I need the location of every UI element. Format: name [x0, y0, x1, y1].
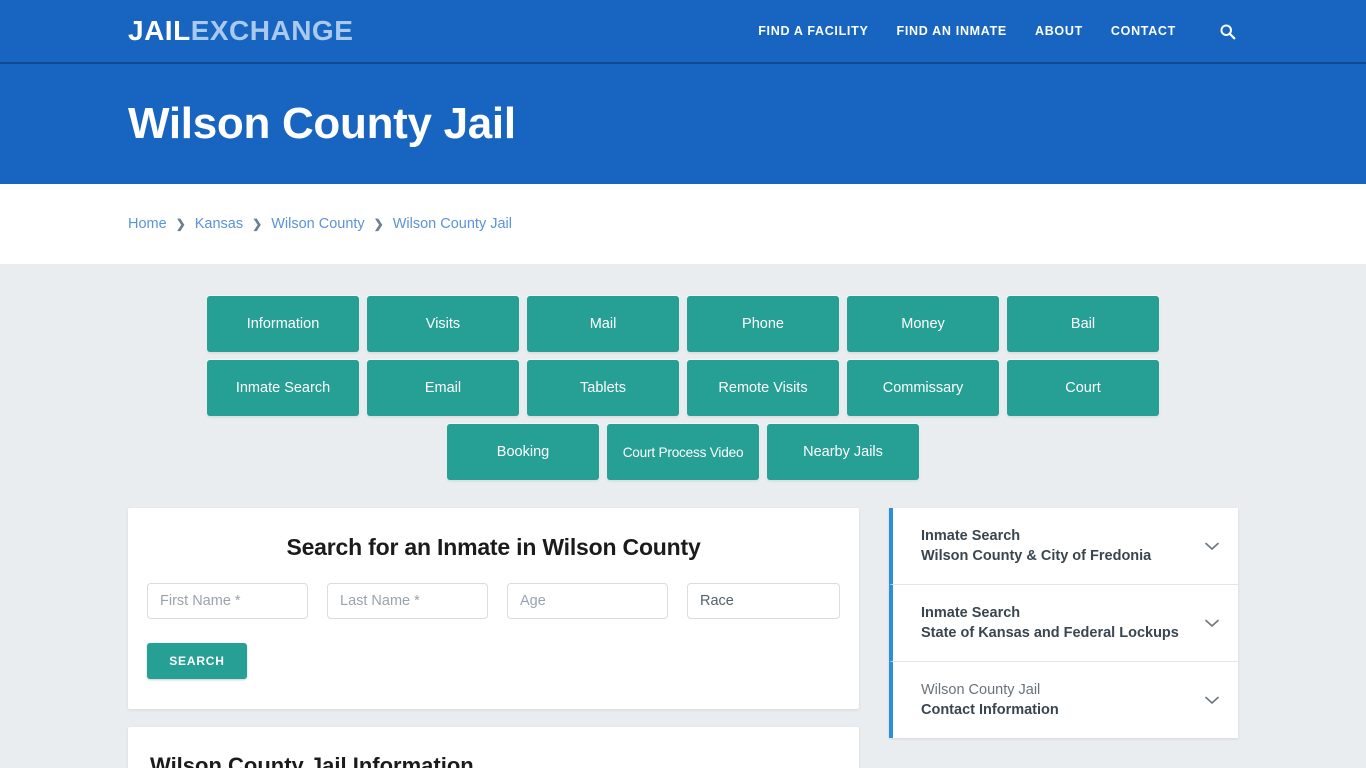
sidebar-accordion: Inmate Search Wilson County & City of Fr… — [889, 508, 1238, 738]
sidebar-column: Inmate Search Wilson County & City of Fr… — [889, 508, 1238, 738]
accordion-item-title: Inmate Search — [921, 605, 1021, 621]
inmate-search-card: Search for an Inmate in Wilson County Ra… — [128, 508, 859, 709]
search-icon[interactable] — [1216, 20, 1238, 42]
chevron-down-icon[interactable] — [1202, 690, 1222, 710]
last-name-input[interactable] — [327, 583, 488, 619]
accordion-item-text: Inmate Search Wilson County & City of Fr… — [921, 526, 1192, 566]
age-input[interactable] — [507, 583, 668, 619]
site-header: JAILEXCHANGE FIND A FACILITY FIND AN INM… — [0, 0, 1366, 64]
accordion-item-inmate-search-county[interactable]: Inmate Search Wilson County & City of Fr… — [889, 508, 1238, 585]
section-button-mail[interactable]: Mail — [527, 296, 679, 352]
section-button-commissary[interactable]: Commissary — [847, 360, 999, 416]
section-button-court-process-video[interactable]: Court Process Video — [607, 424, 759, 480]
breadcrumb: Home ❯ Kansas ❯ Wilson County ❯ Wilson C… — [128, 216, 512, 232]
race-select[interactable]: Race — [687, 583, 840, 619]
section-button-money[interactable]: Money — [847, 296, 999, 352]
section-button-nearby-jails[interactable]: Nearby Jails — [767, 424, 919, 480]
main-navigation: FIND A FACILITY FIND AN INMATE ABOUT CON… — [758, 20, 1238, 42]
section-button-bail[interactable]: Bail — [1007, 296, 1159, 352]
inmate-search-fields: Race — [146, 583, 841, 619]
main-column: Search for an Inmate in Wilson County Ra… — [128, 508, 859, 768]
accordion-item-subtitle: State of Kansas and Federal Lockups — [921, 625, 1179, 641]
breadcrumb-item-wilson-county[interactable]: Wilson County — [271, 216, 364, 232]
nav-item-contact[interactable]: CONTACT — [1111, 24, 1176, 38]
breadcrumb-item-kansas[interactable]: Kansas — [195, 216, 243, 232]
section-button-court[interactable]: Court — [1007, 360, 1159, 416]
jail-information-card: Wilson County Jail Information — [128, 727, 859, 768]
breadcrumb-separator-icon: ❯ — [175, 217, 186, 231]
logo-text-primary: JAIL — [128, 15, 191, 46]
nav-item-find-a-facility[interactable]: FIND A FACILITY — [758, 24, 868, 38]
page-title: Wilson County Jail — [128, 98, 516, 148]
section-button-booking[interactable]: Booking — [447, 424, 599, 480]
logo-text-secondary: EXCHANGE — [190, 15, 354, 46]
section-button-email[interactable]: Email — [367, 360, 519, 416]
nav-item-about[interactable]: ABOUT — [1035, 24, 1083, 38]
main-content: Information Visits Mail Phone Money Bail… — [0, 264, 1366, 768]
chevron-down-icon[interactable] — [1202, 536, 1222, 556]
section-button-remote-visits[interactable]: Remote Visits — [687, 360, 839, 416]
section-button-phone[interactable]: Phone — [687, 296, 839, 352]
accordion-item-title: Inmate Search — [921, 528, 1021, 544]
breadcrumb-separator-icon: ❯ — [252, 217, 263, 231]
section-button-inmate-search[interactable]: Inmate Search — [207, 360, 359, 416]
accordion-item-inmate-search-state[interactable]: Inmate Search State of Kansas and Federa… — [889, 585, 1238, 662]
accordion-item-title: Wilson County Jail — [921, 682, 1041, 698]
accordion-item-text: Wilson County Jail Contact Information — [921, 680, 1192, 720]
section-button-grid: Information Visits Mail Phone Money Bail… — [135, 264, 1231, 484]
accordion-item-text: Inmate Search State of Kansas and Federa… — [921, 603, 1192, 643]
site-logo[interactable]: JAILEXCHANGE — [128, 17, 353, 45]
first-name-input[interactable] — [147, 583, 308, 619]
lower-layout: Search for an Inmate in Wilson County Ra… — [128, 484, 1238, 768]
breadcrumb-item-wilson-county-jail[interactable]: Wilson County Jail — [393, 216, 512, 232]
page-banner: Wilson County Jail — [0, 64, 1366, 184]
nav-item-find-an-inmate[interactable]: FIND AN INMATE — [896, 24, 1006, 38]
inmate-search-heading: Search for an Inmate in Wilson County — [286, 534, 701, 560]
accordion-item-subtitle: Contact Information — [921, 702, 1059, 718]
breadcrumb-item-home[interactable]: Home — [128, 216, 167, 232]
section-button-visits[interactable]: Visits — [367, 296, 519, 352]
section-button-information[interactable]: Information — [207, 296, 359, 352]
breadcrumb-separator-icon: ❯ — [373, 217, 384, 231]
accordion-item-contact-information[interactable]: Wilson County Jail Contact Information — [889, 662, 1238, 738]
search-submit-button[interactable]: SEARCH — [147, 643, 247, 679]
jail-information-heading: Wilson County Jail Information — [150, 753, 474, 768]
section-button-tablets[interactable]: Tablets — [527, 360, 679, 416]
accordion-item-subtitle: Wilson County & City of Fredonia — [921, 548, 1152, 564]
chevron-down-icon[interactable] — [1202, 613, 1222, 633]
breadcrumb-bar: Home ❯ Kansas ❯ Wilson County ❯ Wilson C… — [0, 184, 1366, 264]
